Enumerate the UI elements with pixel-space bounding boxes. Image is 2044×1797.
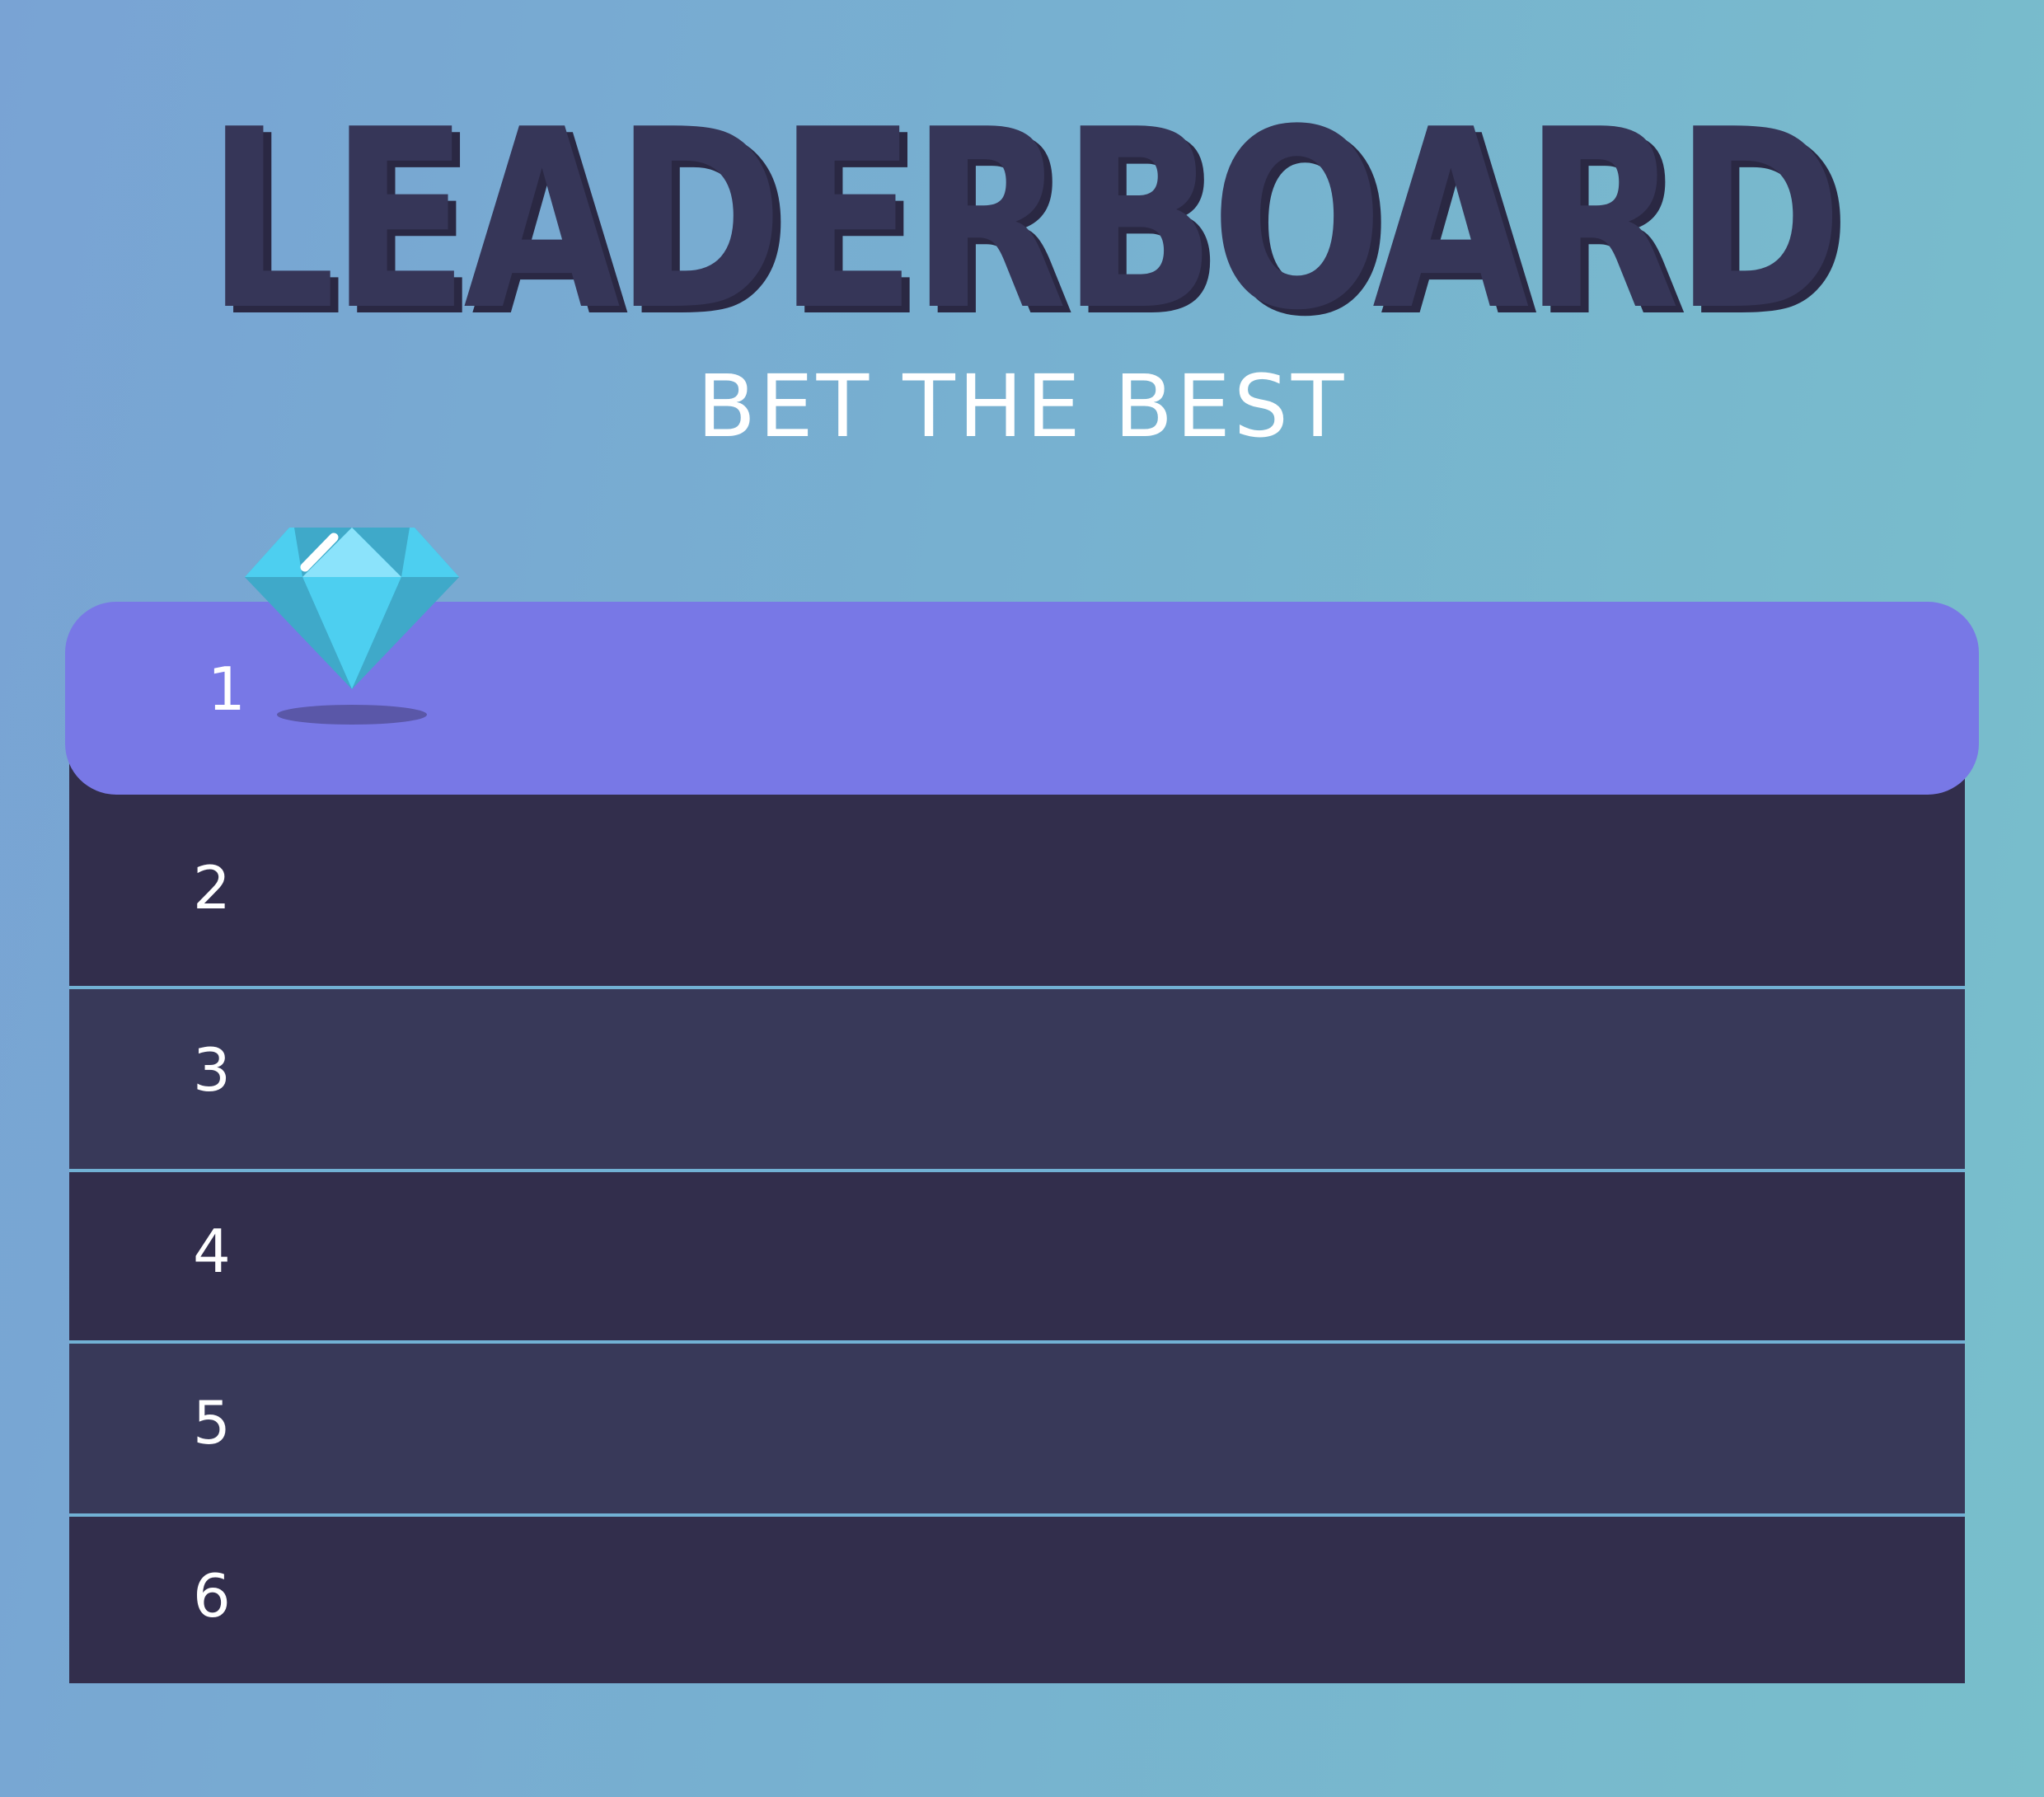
header: LEADERBOARD BET THE BEST [0, 0, 2044, 495]
page-title: LEADERBOARD [206, 77, 1843, 364]
leaderboard-row-3: 3 [69, 989, 1965, 1169]
leaderboard-table: 2 3 4 5 6 1 [65, 602, 1979, 1683]
leaderboard-row-6: 6 [69, 1517, 1965, 1683]
leaderboard-row-4: 4 [69, 1172, 1965, 1340]
leaderboard-body: 2 3 4 5 6 [69, 758, 1965, 1683]
rank-number: 2 [193, 853, 231, 922]
rank-number: 3 [193, 1035, 231, 1105]
leaderboard-row-5: 5 [69, 1344, 1965, 1513]
rank-number: 6 [193, 1561, 231, 1630]
page-subtitle: BET THE BEST [696, 356, 1348, 457]
rank-number: 4 [193, 1217, 231, 1286]
rank-number: 5 [193, 1388, 231, 1457]
diamond-icon [237, 524, 467, 730]
leaderboard-row-2: 2 [69, 795, 1965, 986]
